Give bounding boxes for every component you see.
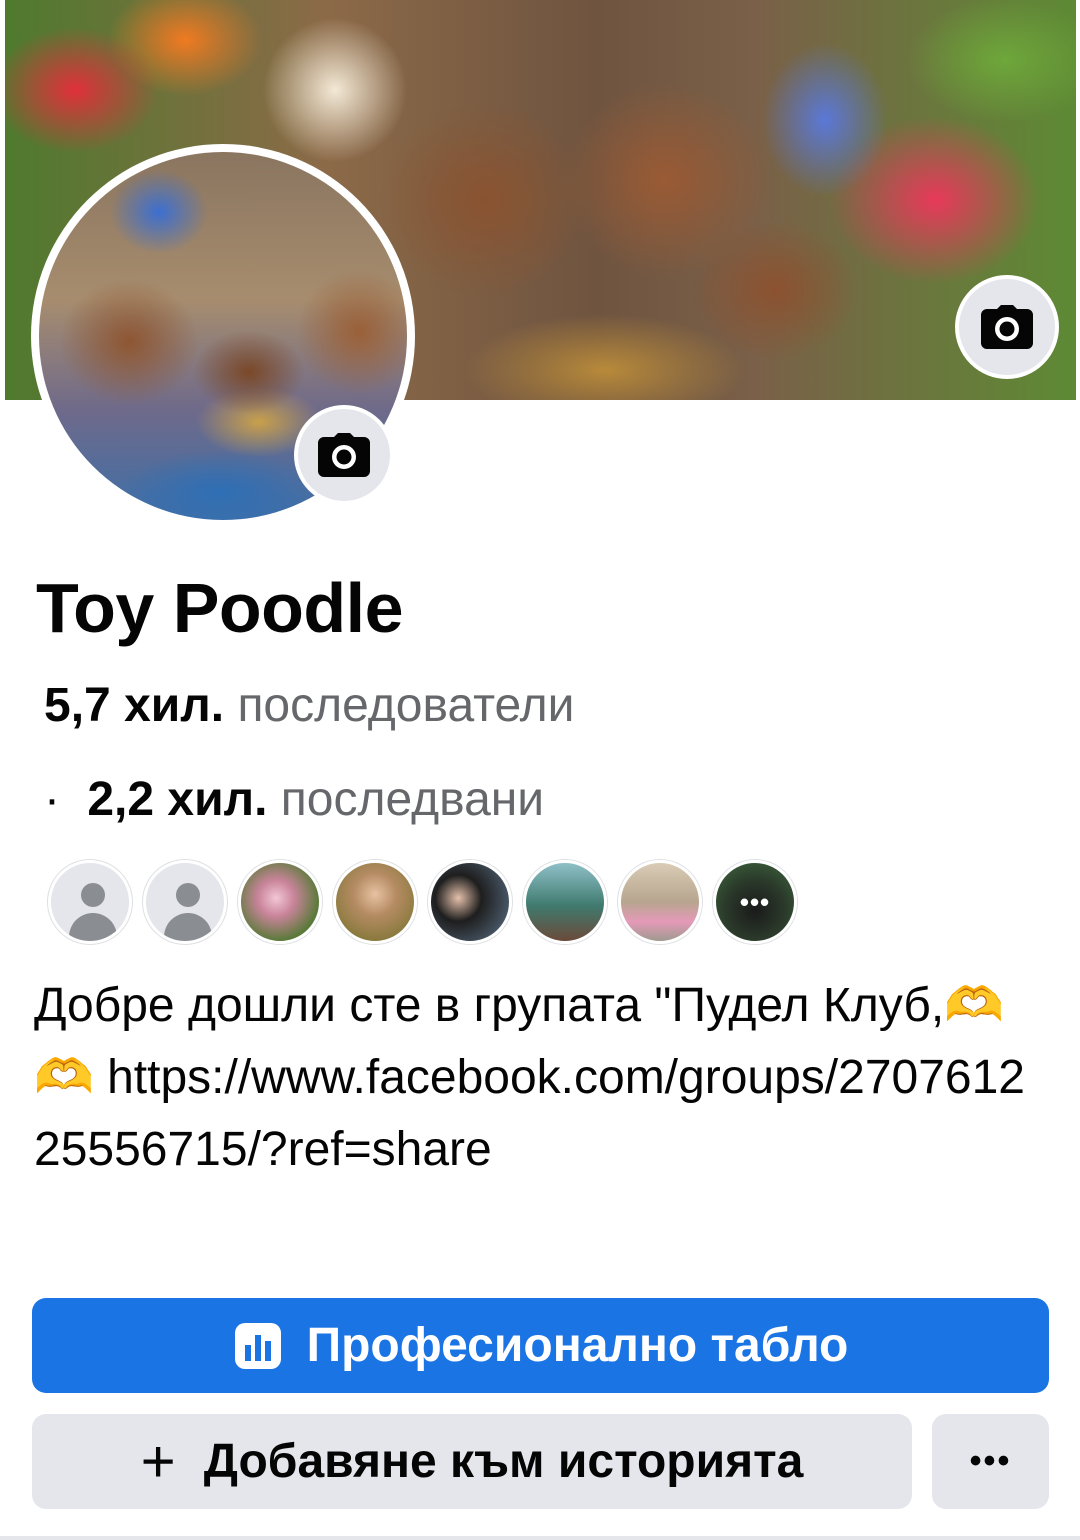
default-user-icon-body — [69, 913, 117, 941]
plus-icon: + — [140, 1427, 176, 1495]
separator-dot: · — [44, 773, 60, 826]
camera-icon — [981, 305, 1033, 349]
profile-name: Toy Poodle — [36, 569, 404, 647]
edit-cover-photo-button[interactable] — [955, 275, 1059, 379]
more-followers-button[interactable]: ••• — [713, 860, 797, 944]
professional-dashboard-label: Професионално табло — [306, 1319, 849, 1372]
follower-avatar[interactable] — [523, 860, 607, 944]
divider — [0, 1536, 1080, 1540]
following-label: последвани — [280, 773, 545, 826]
following-count: 2,2 хил. — [87, 773, 268, 826]
follower-avatar[interactable] — [143, 860, 227, 944]
default-user-icon — [176, 883, 200, 907]
followers-count: 5,7 хил. — [44, 679, 225, 732]
follower-avatar[interactable] — [428, 860, 512, 944]
follower-avatar[interactable] — [333, 860, 417, 944]
default-user-icon-body — [164, 913, 212, 941]
default-user-icon — [81, 883, 105, 907]
add-to-story-button[interactable]: + Добавяне към историята — [32, 1414, 912, 1509]
following-stat[interactable]: · 2,2 хил. последвани — [44, 772, 544, 828]
more-options-icon: ••• — [969, 1442, 1012, 1480]
followers-stat[interactable]: 5,7 хил. последователи — [44, 678, 574, 734]
follower-avatar[interactable] — [48, 860, 132, 944]
dashboard-icon — [233, 1321, 283, 1371]
edit-profile-picture-button[interactable] — [294, 405, 394, 505]
follower-avatar[interactable] — [618, 860, 702, 944]
add-to-story-label: Добавяне към историята — [203, 1435, 804, 1488]
more-options-button[interactable]: ••• — [932, 1414, 1049, 1509]
more-dots-icon: ••• — [739, 886, 771, 917]
followers-label: последователи — [237, 679, 575, 732]
follower-avatar[interactable] — [238, 860, 322, 944]
professional-dashboard-button[interactable]: Професионално табло — [32, 1298, 1049, 1393]
camera-icon — [318, 433, 370, 477]
profile-bio[interactable]: Добре дошли сте в групата "Пудел Клуб,🫶🫶… — [34, 970, 1044, 1186]
